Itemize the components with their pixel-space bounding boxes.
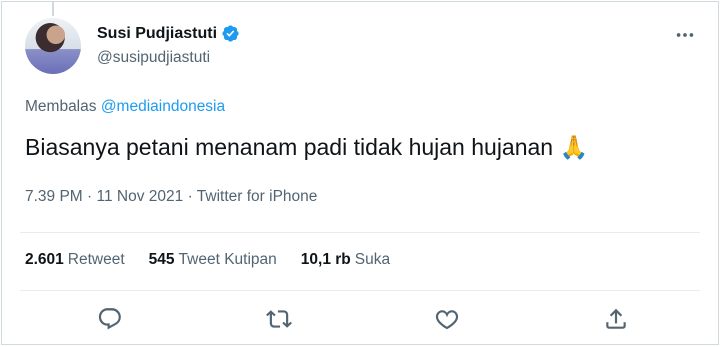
divider (20, 290, 700, 291)
stat-label: Retweet (67, 251, 125, 268)
tweet-actions (2, 306, 718, 336)
stat-value: 2.601 (25, 251, 64, 268)
like-icon[interactable] (434, 306, 460, 332)
thread-connector-line (52, 2, 54, 16)
meta-separator: · (87, 188, 93, 205)
divider (20, 232, 700, 233)
replying-to-prefix: Membalas (25, 98, 97, 115)
author-display-name[interactable]: Susi Pudjiastuti (97, 25, 217, 43)
share-icon[interactable] (603, 306, 629, 332)
author-name-row[interactable]: Susi Pudjiastuti (97, 24, 240, 43)
replying-to-link[interactable]: @mediaindonesia (101, 98, 225, 115)
stat-label: Tweet Kutipan (178, 251, 277, 268)
stat-label: Suka (354, 251, 391, 268)
tweet-time[interactable]: 7.39 PM (25, 188, 83, 205)
avatar[interactable] (25, 18, 81, 74)
stat-quote-tweets[interactable]: 545 Tweet Kutipan (149, 251, 277, 269)
stat-value: 10,1 rb (300, 251, 351, 268)
tweet-meta: 7.39 PM · 11 Nov 2021 · Twitter for iPho… (25, 188, 317, 206)
stat-retweets[interactable]: 2.601 Retweet (25, 251, 125, 269)
tweet-date[interactable]: 11 Nov 2021 (97, 188, 184, 205)
more-dots-icon[interactable] (674, 24, 696, 51)
tweet-body: Biasanya petani menanam padi tidak hujan… (25, 134, 554, 160)
tweet-stats: 2.601 Retweet 545 Tweet Kutipan 10,1 rb Suk… (25, 251, 390, 269)
retweet-icon[interactable] (266, 306, 292, 332)
folded-hands-emoji: 🙏 (559, 134, 589, 160)
tweet-source[interactable]: Twitter for iPhone (197, 188, 318, 205)
tweet-card: Susi Pudjiastuti @susipudjiastuti Membal… (1, 1, 719, 345)
reply-icon[interactable] (97, 306, 123, 332)
stat-value: 545 (148, 251, 175, 268)
stat-likes[interactable]: 10,1 rb Suka (301, 251, 390, 269)
meta-separator: · (187, 188, 193, 205)
tweet-text: Biasanya petani menanam padi tidak hujan… (25, 134, 588, 161)
verified-badge-icon (221, 24, 240, 43)
author-handle[interactable]: @susipudjiastuti (97, 49, 210, 67)
replying-to: Membalas @mediaindonesia (25, 98, 225, 116)
